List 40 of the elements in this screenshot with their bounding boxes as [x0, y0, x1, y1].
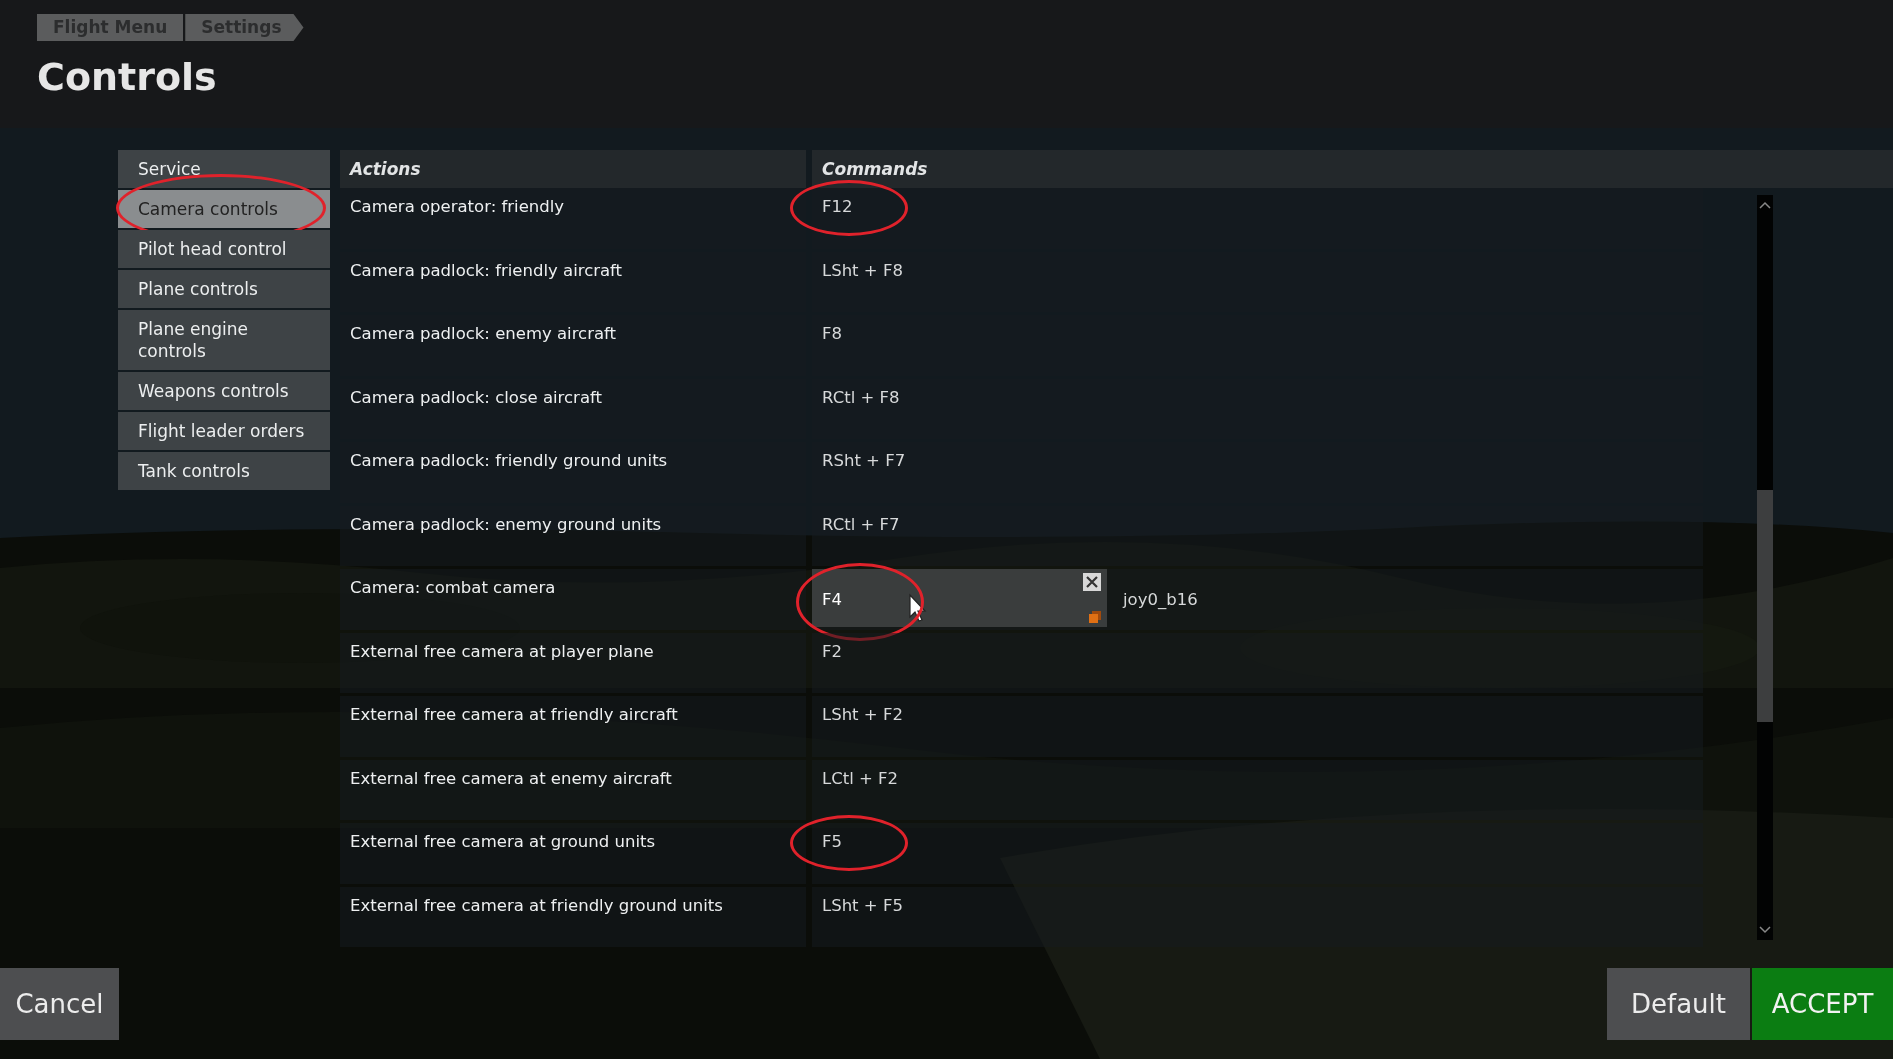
chevron-down-icon[interactable] — [1759, 926, 1771, 934]
close-icon[interactable] — [1083, 573, 1101, 591]
scrollbar[interactable] — [1757, 195, 1773, 940]
copy-icon[interactable] — [1089, 611, 1101, 623]
action-cell: Camera: combat camera — [340, 569, 806, 630]
sidebar-item[interactable]: Tank controls — [118, 452, 330, 490]
key-binding: F12 — [822, 196, 853, 218]
key-binding: RCtl + F8 — [822, 386, 900, 409]
sidebar-item[interactable]: Plane controls — [118, 270, 330, 308]
cancel-button[interactable]: Cancel — [0, 968, 119, 1040]
sidebar-item[interactable]: Plane engine controls — [118, 310, 330, 370]
default-button[interactable]: Default — [1607, 968, 1750, 1040]
action-cell: External free camera at ground units — [340, 823, 806, 884]
key-binding: LSht + F8 — [822, 259, 903, 282]
action-cell: External free camera at enemy aircraft — [340, 759, 806, 820]
action-cell: External free camera at player plane — [340, 632, 806, 693]
action-cell: External free camera at friendly aircraft — [340, 696, 806, 757]
sidebar-item[interactable]: Camera controls — [118, 190, 330, 228]
action-cell: External free camera at friendly ground units — [340, 886, 806, 947]
column-header: Actions — [340, 150, 806, 188]
cursor-icon — [908, 593, 928, 623]
key-binding: F5 — [822, 831, 842, 853]
key-binding: LCtl + F2 — [822, 767, 899, 790]
sidebar-item[interactable]: Pilot head control — [118, 230, 330, 268]
sidebar-item[interactable]: Weapons controls — [118, 372, 330, 410]
sidebar-item[interactable]: Service — [118, 150, 330, 188]
key-binding: joy0_b16 — [1123, 589, 1198, 611]
scrollbar-thumb[interactable] — [1757, 490, 1773, 722]
key-binding: RCtl + F7 — [822, 513, 900, 536]
chevron-up-icon[interactable] — [1759, 201, 1771, 209]
key-field[interactable]: F4 — [812, 569, 1107, 627]
accept-button[interactable]: ACCEPT — [1752, 968, 1893, 1040]
column-header: Commands — [812, 150, 1893, 188]
key-binding: LSht + F2 — [822, 704, 903, 726]
key-binding: F2 — [822, 640, 842, 663]
key-binding: F8 — [822, 323, 842, 345]
key-binding: RSht + F7 — [822, 450, 906, 472]
key-binding: LSht + F5 — [822, 894, 903, 917]
page-title: Controls — [37, 55, 218, 101]
sidebar-item[interactable]: Flight leader orders — [118, 412, 330, 450]
